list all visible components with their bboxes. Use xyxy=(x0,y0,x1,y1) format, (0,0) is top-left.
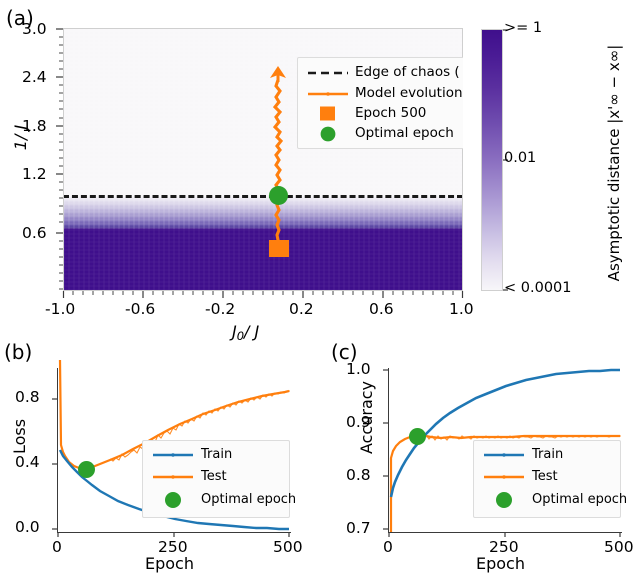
legend-item-edge-of-chaos: Edge of chaos ( J = 1 ) xyxy=(298,62,463,83)
green-circle-icon xyxy=(482,489,526,511)
colorbar-title-text: Asymptotic distance |x'∞ − x∞| xyxy=(605,44,623,282)
panel-b-xtick-0: 0 xyxy=(52,538,62,556)
panel-a-x-ticks xyxy=(62,291,464,298)
panel-c-legend-item-optimal: Optimal epoch xyxy=(474,489,627,511)
panel-c-xlabel: Epoch xyxy=(476,554,525,573)
panel-c-ytick-1.0: 1.0 xyxy=(346,360,371,378)
panel-a-xlabel-sub: 0 xyxy=(236,329,245,344)
panel-a-xtick-0.2: 0.2 xyxy=(289,300,314,318)
panel-c-legend-label-optimal: Optimal epoch xyxy=(532,492,628,507)
legend-item-evolution-path: Model evolution path xyxy=(298,83,463,104)
panel-c-legend: Train Test Optimal epoch xyxy=(473,440,627,518)
panel-a-xtick--1.0: -1.0 xyxy=(45,300,76,318)
panel-c-legend-label-test: Test xyxy=(532,469,558,484)
panel-b-label: (b) xyxy=(4,340,33,364)
legend-item-optimal-epoch: Optimal epoch xyxy=(298,123,463,144)
panel-b-legend-item-optimal: Optimal epoch xyxy=(143,489,296,511)
panel-a-legend: Edge of chaos ( J = 1 ) Model evolution … xyxy=(297,57,463,149)
panel-c-legend-item-train: Train xyxy=(474,444,620,466)
panel-b-optimal-epoch-marker xyxy=(78,461,95,478)
panel-b-legend-item-train: Train xyxy=(143,444,289,466)
panel-c-xtick-500: 500 xyxy=(604,538,634,556)
panel-a-ytick-3.0: 3.0 xyxy=(22,20,47,38)
orange-line-icon xyxy=(151,466,195,488)
panel-a-xtick-1.0: 1.0 xyxy=(449,300,474,318)
panel-a-xtick--0.2: -0.2 xyxy=(205,300,236,318)
panel-a-y-ticks xyxy=(56,28,63,290)
panel-a-ytick-2.4: 2.4 xyxy=(22,68,47,86)
panel-a-ylabel: 1/ J xyxy=(8,124,33,151)
panel-b-ylabel: Loss xyxy=(2,419,37,454)
panel-b-legend-item-test: Test xyxy=(143,466,289,488)
panel-c-ylabel: Accuracy xyxy=(330,381,403,454)
panel-c-optimal-epoch-marker xyxy=(409,428,426,445)
panel-b-ytick-0.8: 0.8 xyxy=(15,388,40,406)
orange-line-icon xyxy=(307,83,349,104)
colorbar-tick-max: >= 1 xyxy=(504,20,543,36)
legend-label-evolution-path: Model evolution path xyxy=(355,85,463,101)
panel-a-ytick-0.6: 0.6 xyxy=(22,224,47,242)
panel-a-xlabel-den: / J xyxy=(244,322,260,341)
panel-a-ylabel-text: 1/ J xyxy=(11,124,31,151)
panel-b-xtick-500: 500 xyxy=(273,538,303,556)
colorbar-tick-min: < 0.0001 xyxy=(504,280,572,296)
panel-c-xtick-0: 0 xyxy=(383,538,393,556)
orange-line-icon xyxy=(482,466,526,488)
blue-line-icon xyxy=(151,444,195,466)
panel-b-legend-label-train: Train xyxy=(201,447,233,462)
colorbar xyxy=(481,29,503,291)
panel-b-plot: Train Test Optimal epoch xyxy=(57,359,296,533)
legend-item-epoch-500: Epoch 500 xyxy=(298,103,463,124)
panel-a-xtick-0.6: 0.6 xyxy=(369,300,394,318)
panel-c-y-ticks xyxy=(383,369,388,530)
panel-b-ytick-0.4: 0.4 xyxy=(15,453,40,471)
green-circle-icon xyxy=(307,123,349,144)
panel-a-xlabel: J0/ J xyxy=(232,322,259,343)
panel-c-ylabel-text: Accuracy xyxy=(357,380,377,455)
panel-a-heatmap: Edge of chaos ( J = 1 ) Model evolution … xyxy=(63,28,463,291)
panel-a-xtick--0.6: -0.6 xyxy=(125,300,156,318)
panel-a-ytick-1.2: 1.2 xyxy=(22,165,47,183)
panel-b-legend-label-test: Test xyxy=(201,469,227,484)
panel-b-y-ticks xyxy=(52,398,57,530)
legend-label-edge-of-chaos: Edge of chaos ( J = 1 ) xyxy=(355,64,463,80)
panel-c-plot: Train Test Optimal epoch xyxy=(388,368,627,533)
panel-c-legend-item-test: Test xyxy=(474,466,620,488)
panel-b-ytick-0.0: 0.0 xyxy=(15,518,40,536)
panel-c-ytick-0.7: 0.7 xyxy=(346,519,371,537)
green-circle-icon xyxy=(151,489,195,511)
panel-c-ytick-0.8: 0.8 xyxy=(346,466,371,484)
legend-label-optimal-epoch: Optimal epoch xyxy=(355,125,454,141)
blue-line-icon xyxy=(482,444,526,466)
legend-label-epoch-500: Epoch 500 xyxy=(355,105,427,121)
panel-b-legend: Train Test Optimal epoch xyxy=(142,440,296,518)
optimal-epoch-marker xyxy=(269,186,288,205)
panel-b-xlabel: Epoch xyxy=(145,554,194,573)
panel-b-ylabel-text: Loss xyxy=(10,418,30,455)
panel-b-legend-label-optimal: Optimal epoch xyxy=(201,492,297,507)
orange-square-icon xyxy=(307,103,349,124)
panel-c-legend-label-train: Train xyxy=(532,447,564,462)
epoch-500-marker xyxy=(269,240,289,257)
dashed-line-icon xyxy=(307,62,349,83)
colorbar-title: Asymptotic distance |x'∞ − x∞| xyxy=(592,18,623,308)
colorbar-tick-mid: 0.01 xyxy=(504,150,537,166)
